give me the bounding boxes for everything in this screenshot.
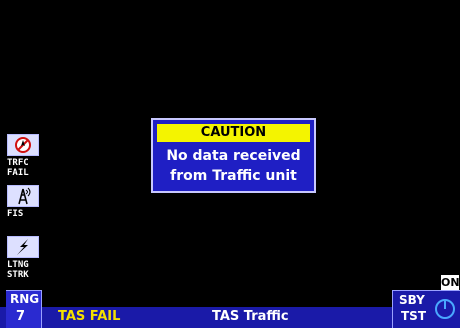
caution-message-line1: No data received [166,148,301,164]
sidebar-item-lightning-label1: LTNG [7,260,29,270]
sidebar-item-traffic-label1: TRFC [7,158,29,168]
lightning-icon[interactable] [7,236,39,258]
mode-label-tst: TST [401,309,427,323]
traffic-fail-icon[interactable] [7,134,39,156]
on-status-badge: ON [441,275,460,290]
power-icon [435,299,455,319]
range-value: 7 [16,309,26,324]
sidebar-item-fis-label: FIS [7,209,24,219]
caution-message-line2: from Traffic unit [170,168,297,184]
standby-test-button[interactable]: SBY TST [392,290,460,328]
tas-fail-status: TAS FAIL [58,309,121,324]
fis-tower-icon[interactable] [7,185,39,207]
range-button[interactable]: RNG 7 [6,290,42,328]
page-title: TAS Traffic [212,309,289,324]
mode-label-sby: SBY [399,293,425,307]
mfd-screen: TRFC FAIL FIS LTNG STRK CAUTION No data … [0,0,460,328]
sidebar-item-lightning-label2: STRK [7,270,29,280]
sidebar-item-traffic-label2: FAIL [7,168,29,178]
range-label: RNG [10,292,40,306]
caution-title: CAUTION [157,124,310,142]
caution-dialog: CAUTION No data received from Traffic un… [151,118,316,193]
